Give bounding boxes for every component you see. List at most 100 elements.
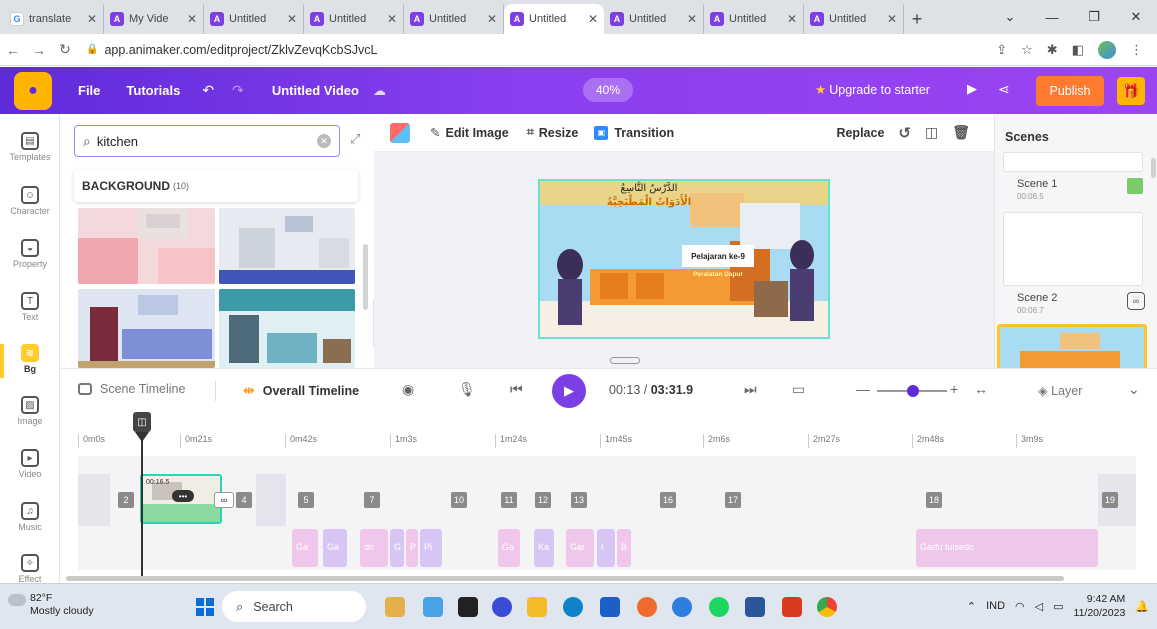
sidebar-item-effect[interactable]: ✧ Effect <box>0 554 60 584</box>
play-button[interactable]: ▶ <box>552 374 586 408</box>
tab-search-icon[interactable]: ⌄ <box>989 0 1031 34</box>
edit-image-button[interactable]: ✎ Edit Image <box>430 125 509 141</box>
volume-icon[interactable]: ◁ <box>1035 600 1043 613</box>
weather-widget[interactable]: 82°F Mostly cloudy <box>8 592 94 618</box>
browser-tab[interactable]: A Untitled ✕ <box>204 4 304 34</box>
notification-bell-icon[interactable]: 🔔 <box>1135 600 1149 613</box>
tray-chevron-icon[interactable]: ⌃ <box>967 600 976 613</box>
undo-icon[interactable]: ↶ <box>202 82 214 99</box>
selected-scene-clip[interactable]: 00:16.5 ••• <box>140 474 222 524</box>
library-scrollbar[interactable] <box>363 244 368 310</box>
zoom-dropdown[interactable]: 40% <box>583 78 633 102</box>
firefox-icon[interactable] <box>637 597 657 617</box>
timeline-scrollbar[interactable] <box>66 576 1064 581</box>
record-screen-icon[interactable]: ◉ <box>402 381 414 398</box>
close-window-icon[interactable]: ✕ <box>1115 0 1157 34</box>
redo-icon[interactable]: ↷ <box>232 82 244 99</box>
audio-clip[interactable]: G <box>390 529 404 567</box>
audio-clip[interactable]: Ka <box>534 529 554 567</box>
scene-number-badge[interactable]: 12 <box>535 492 551 508</box>
background-thumbnail[interactable] <box>78 208 215 284</box>
share-page-icon[interactable]: ⇪ <box>996 42 1007 58</box>
scene-number-badge[interactable]: 11 <box>501 492 517 508</box>
scene-1-thumbnail[interactable] <box>1003 212 1143 286</box>
scene-timeline-tab[interactable]: Scene Timeline <box>78 382 185 396</box>
background-thumbnail[interactable] <box>219 289 355 368</box>
sidebar-item-bg[interactable]: ≋ Bg <box>0 344 60 378</box>
scene-number-badge[interactable]: 10 <box>451 492 467 508</box>
extensions-icon[interactable]: ✱ <box>1047 42 1058 58</box>
publish-button[interactable]: Publish <box>1036 76 1104 106</box>
rotate-icon[interactable]: ↺ <box>898 124 911 142</box>
close-tab-icon[interactable]: ✕ <box>487 12 497 26</box>
minimize-icon[interactable]: — <box>1031 0 1073 34</box>
upgrade-link[interactable]: ★ Upgrade to starter <box>815 82 930 97</box>
browser-tab[interactable]: A Untitled ✕ <box>304 4 404 34</box>
transition-button[interactable]: ▣ Transition <box>594 125 674 140</box>
audio-clip[interactable]: Pi <box>420 529 442 567</box>
scene-number-badge[interactable]: 4 <box>236 492 252 508</box>
sidebar-item-music[interactable]: ♫ Music <box>0 502 60 532</box>
scene-thumbnail-partial[interactable] <box>1003 152 1143 172</box>
sidebar-item-image[interactable]: ▨ Image <box>0 396 60 426</box>
audio-clip[interactable]: Ga <box>323 529 347 567</box>
zoom-in-icon[interactable]: + <box>950 381 958 397</box>
restore-icon[interactable]: ❐ <box>1073 0 1115 34</box>
audio-clip[interactable]: Ga <box>292 529 318 567</box>
search-box[interactable]: ⌕ ✕ <box>74 125 340 157</box>
spotify-icon[interactable] <box>709 597 729 617</box>
fit-timeline-icon[interactable]: ↔ <box>974 381 988 397</box>
file-explorer-icon[interactable] <box>527 597 547 617</box>
scene-number-badge[interactable]: 2 <box>118 492 134 508</box>
scene-canvas[interactable]: الدَّرْسُ التَّاسِعُ الْأَدَوَاتُ الْمَط… <box>538 179 830 339</box>
audio-clip[interactable]: Gar <box>566 529 594 567</box>
language-indicator[interactable]: IND <box>986 600 1005 612</box>
background-thumbnail[interactable] <box>78 289 215 368</box>
tutorials-menu[interactable]: Tutorials <box>126 83 180 98</box>
sidebar-item-text[interactable]: T Text <box>0 292 60 322</box>
scene-number-badge[interactable]: 16 <box>660 492 676 508</box>
browser-tab[interactable]: A Untitled ✕ <box>604 4 704 34</box>
skip-forward-icon[interactable]: ⏭ <box>744 381 757 398</box>
sidepanel-icon[interactable]: ◧ <box>1072 42 1084 58</box>
search-input[interactable] <box>96 133 317 149</box>
browser-tab[interactable]: A Untitled ✕ <box>704 4 804 34</box>
scene-clip[interactable] <box>256 474 286 526</box>
stage-resize-handle[interactable] <box>610 357 640 364</box>
audio-clip[interactable]: Garfu tuisedo <box>916 529 1098 567</box>
close-tab-icon[interactable]: ✕ <box>787 12 797 26</box>
audio-clip[interactable]: B <box>617 529 631 567</box>
close-tab-icon[interactable]: ✕ <box>387 12 397 26</box>
close-tab-icon[interactable]: ✕ <box>588 12 598 26</box>
taskbar-search[interactable]: ⌕ Search <box>222 591 366 622</box>
gift-icon[interactable]: 🎁 <box>1117 77 1145 105</box>
scene-number-badge[interactable]: 7 <box>364 492 380 508</box>
scene-clip[interactable] <box>78 474 110 526</box>
sidebar-item-video[interactable]: ▸ Video <box>0 449 60 479</box>
share-icon[interactable]: ⋖ <box>998 81 1010 98</box>
close-tab-icon[interactable]: ✕ <box>687 12 697 26</box>
bookmark-star-icon[interactable]: ☆ <box>1021 42 1033 58</box>
back-icon[interactable]: ← <box>0 42 26 58</box>
layer-button[interactable]: ◈ Layer <box>1038 383 1082 398</box>
system-clock[interactable]: 9:42 AM 11/20/2023 <box>1074 592 1126 620</box>
expand-panel-icon[interactable]: ⤢ <box>350 131 360 147</box>
playhead-handle-icon[interactable]: ◫ <box>133 412 151 432</box>
photos-app-icon[interactable] <box>423 597 443 617</box>
chrome-icon[interactable] <box>817 597 837 617</box>
sidebar-item-character[interactable]: ☺ Character <box>0 186 60 216</box>
audio-clip[interactable]: P <box>406 529 418 567</box>
background-thumbnail[interactable] <box>219 208 355 284</box>
animaker-logo[interactable]: ● <box>14 71 52 110</box>
url-field[interactable]: 🔒 app.animaker.com/editproject/ZklvZevqK… <box>86 43 996 57</box>
browser-menu-icon[interactable]: ⋮ <box>1130 42 1143 58</box>
collapse-timeline-icon[interactable]: ⌄ <box>1128 381 1140 398</box>
delete-icon[interactable]: 🗑 <box>952 124 970 141</box>
scene-number-badge[interactable]: 18 <box>926 492 942 508</box>
browser-tab[interactable]: A Untitled ✕ <box>804 4 904 34</box>
scene-link-icon[interactable]: ∞ <box>1127 292 1145 310</box>
category-header[interactable]: BACKGROUND (10) <box>74 170 358 202</box>
new-tab-button[interactable]: + <box>904 4 930 34</box>
timeline-zoom-slider[interactable] <box>877 385 947 397</box>
clear-search-icon[interactable]: ✕ <box>317 134 331 148</box>
